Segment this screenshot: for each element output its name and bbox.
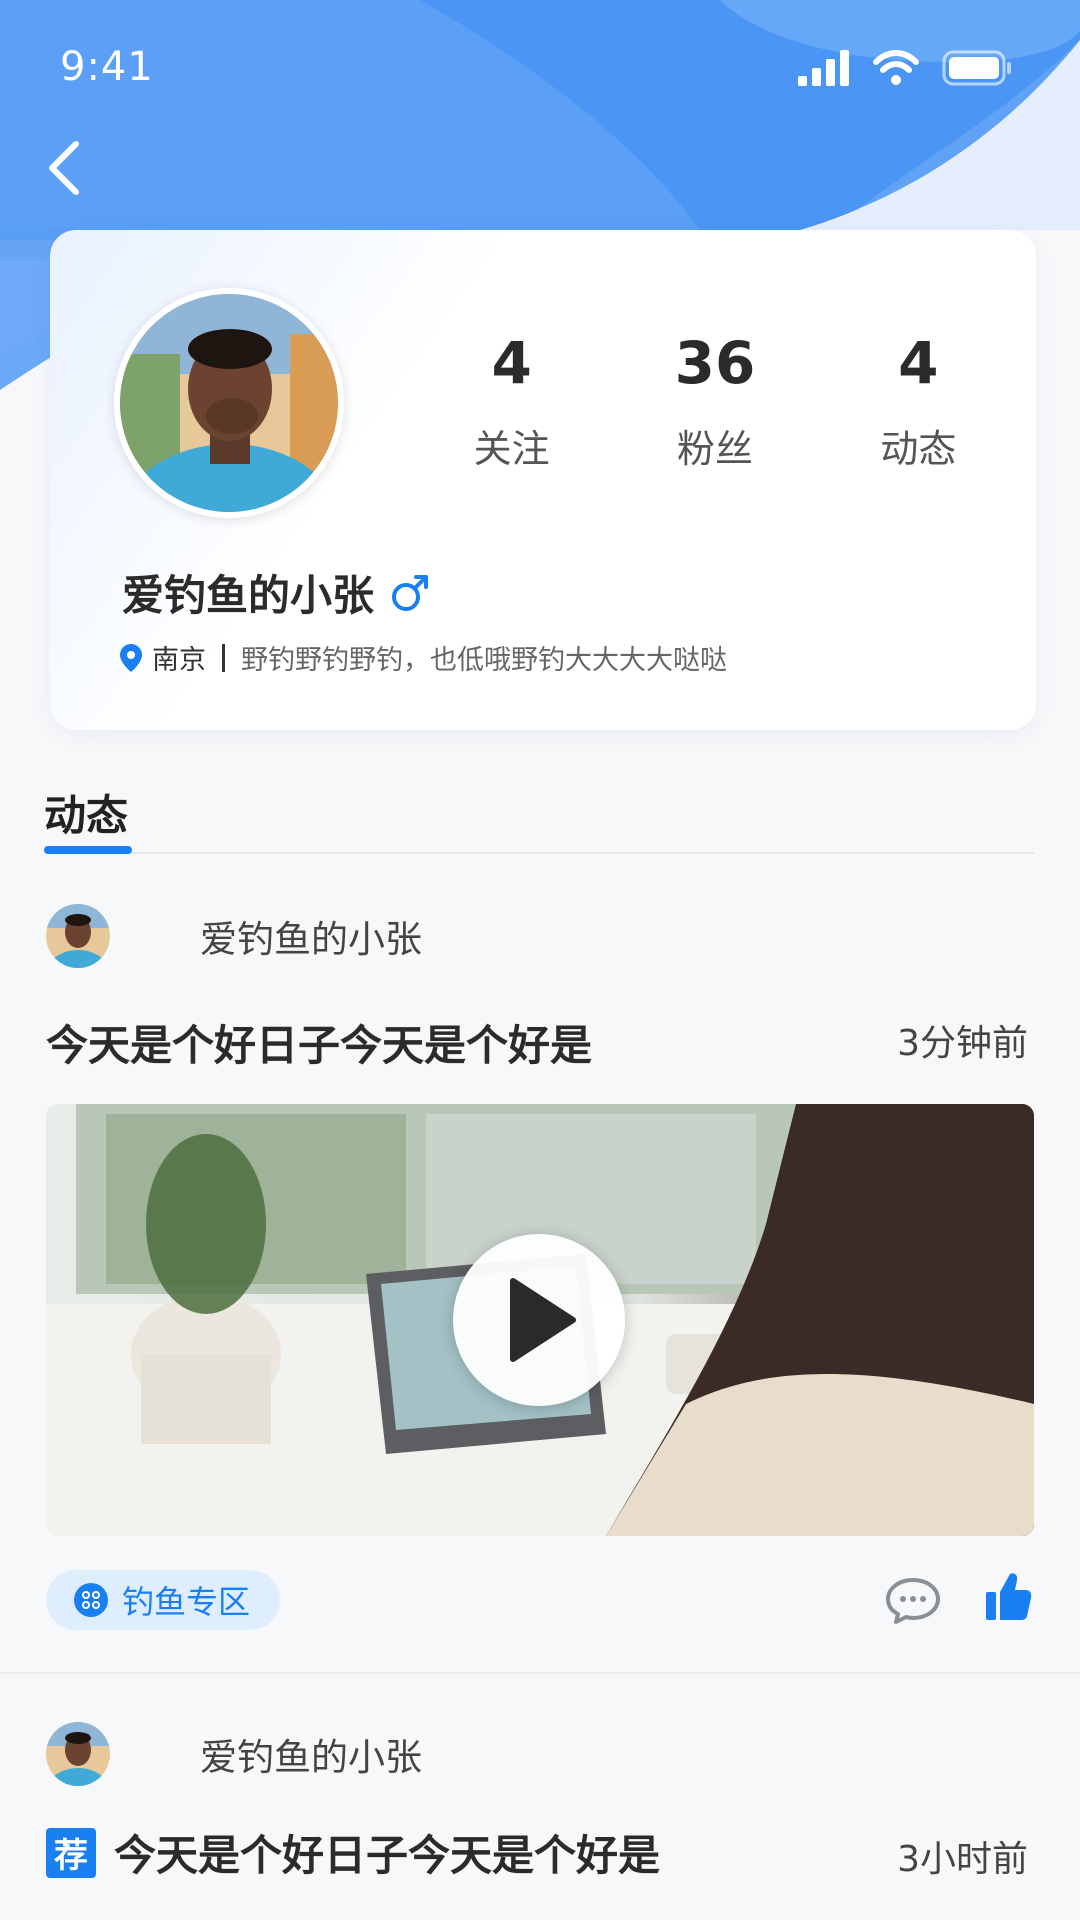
post-video[interactable]	[46, 1104, 1034, 1536]
status-bar: 9:41	[0, 0, 1080, 140]
stat-followers-count: 36	[674, 329, 756, 397]
post-title[interactable]: 今天是个好日子今天是个好是	[46, 1012, 592, 1073]
status-time: 9:41	[60, 44, 154, 90]
male-icon	[392, 574, 429, 611]
profile-username: 爱钓鱼的小张	[122, 571, 375, 620]
post-author-row[interactable]: 爱钓鱼的小张	[46, 904, 422, 968]
battery-icon	[942, 50, 1011, 86]
wifi-icon	[873, 50, 919, 85]
chevron-left-icon	[49, 141, 79, 195]
stats-row: 4 关注 36 粉丝 4 动态	[410, 330, 1020, 473]
author-avatar	[46, 1722, 110, 1786]
thumbs-up-icon	[986, 1573, 1032, 1620]
post-time: 3小时前	[897, 1839, 1028, 1880]
post-time: 3分钟前	[897, 1023, 1028, 1064]
profile-location: 南京	[152, 645, 206, 676]
category-icon	[74, 1583, 108, 1617]
post-author-row[interactable]: 爱钓鱼的小张	[46, 1722, 422, 1786]
stat-posts-count: 4	[898, 329, 939, 397]
bio-row: 南京 野钓野钓野钓，也低哦野钓大大大大哒哒	[120, 638, 727, 677]
stat-followers-label: 粉丝	[676, 427, 753, 471]
play-icon	[510, 1278, 576, 1362]
stat-following-count: 4	[491, 329, 532, 397]
avatar-photo	[120, 294, 338, 512]
stat-following[interactable]: 4 关注	[410, 330, 613, 473]
stat-posts-label: 动态	[880, 427, 957, 471]
stat-following-label: 关注	[473, 427, 550, 471]
username-row: 爱钓鱼的小张	[122, 562, 430, 623]
author-name: 爱钓鱼的小张	[200, 918, 422, 961]
tab-bar: 动态	[44, 782, 1034, 854]
status-icons	[798, 50, 1012, 86]
post-divider	[0, 1672, 1080, 1674]
profile-card: 4 关注 36 粉丝 4 动态 爱钓鱼的小张 南京 野钓野钓野钓，也低哦野钓大大…	[50, 230, 1036, 730]
like-button[interactable]	[984, 1570, 1032, 1626]
profile-bio: 野钓野钓野钓，也低哦野钓大大大大哒哒	[241, 645, 727, 676]
tab-active-indicator	[44, 846, 132, 854]
topic-tag[interactable]: 钓鱼专区	[46, 1570, 281, 1630]
tab-posts[interactable]: 动态	[44, 782, 128, 843]
recommended-badge: 荐	[46, 1827, 96, 1878]
post-title[interactable]: 荐 今天是个好日子今天是个好是	[46, 1822, 660, 1883]
location-pin-icon	[120, 643, 142, 672]
cellular-signal-icon	[798, 50, 849, 86]
stat-posts[interactable]: 4 动态	[817, 330, 1020, 473]
topic-tag-label: 钓鱼专区	[122, 1583, 251, 1621]
comment-icon	[886, 1578, 940, 1624]
author-avatar	[46, 904, 110, 968]
author-name: 爱钓鱼的小张	[200, 1736, 422, 1779]
back-button[interactable]	[40, 138, 88, 198]
post-title-text: 今天是个好日子今天是个好是	[114, 1831, 661, 1880]
profile-avatar[interactable]	[114, 288, 344, 518]
play-button[interactable]	[453, 1234, 625, 1406]
bio-separator	[222, 643, 225, 672]
comment-button[interactable]	[884, 1576, 942, 1630]
stat-followers[interactable]: 36 粉丝	[613, 330, 816, 473]
